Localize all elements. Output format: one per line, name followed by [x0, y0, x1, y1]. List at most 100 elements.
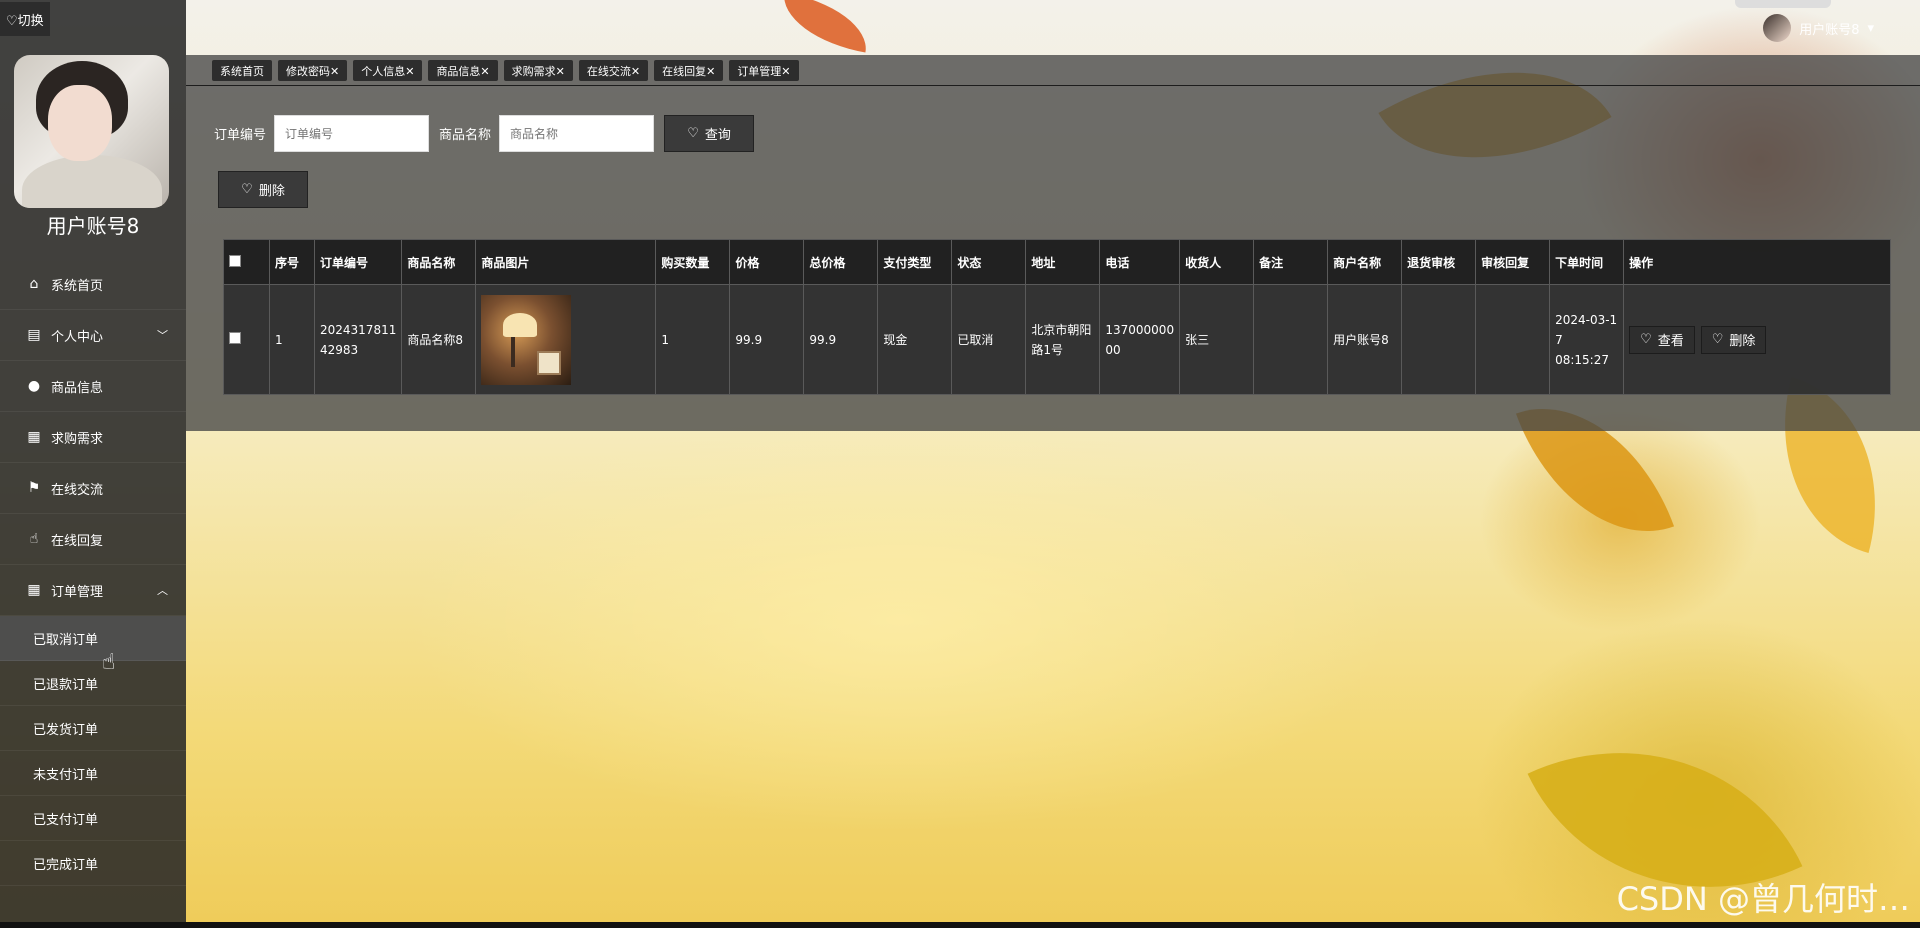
row-delete-button-label: 删除	[1729, 334, 1756, 349]
column-header: 价格	[729, 239, 805, 285]
sidebar-item-home[interactable]: ⌂ 系统首页	[0, 259, 186, 310]
row-delete-button[interactable]: ♡ 删除	[1700, 325, 1767, 354]
tab-goods-info[interactable]: 商品信息✕	[428, 60, 498, 81]
cell-goods-name: 商品名称8	[401, 284, 477, 395]
column-header: 订单编号	[313, 239, 403, 285]
tab-change-password[interactable]: 修改密码✕	[278, 60, 348, 81]
thumb-icon: ☝	[29, 531, 39, 547]
screen-bottom-bar	[0, 922, 1920, 928]
leaf-decoration	[776, 0, 874, 53]
cell-order-time: 2024-03-1 7 08:15:27	[1549, 284, 1625, 395]
sidebar-item-label: 系统首页	[51, 278, 104, 294]
sidebar-item-personal-center[interactable]: ▤ 个人中心 ﹀	[0, 310, 186, 361]
cell-address: 北京市朝阳路1号	[1025, 284, 1101, 395]
submenu-item-completed-orders[interactable]: 已完成订单	[0, 841, 186, 886]
heart-icon: ♡	[687, 126, 699, 141]
heart-icon: ♡	[1711, 332, 1724, 347]
goods-image	[481, 294, 572, 385]
column-header: 总价格	[803, 239, 879, 285]
tab-online-chat[interactable]: 在线交流✕	[578, 60, 649, 81]
mouse-cursor-icon: ☝	[102, 650, 116, 675]
cell-status: 已取消	[951, 284, 1027, 395]
switch-button[interactable]: ♡切换	[0, 2, 50, 36]
submenu-item-shipped-orders[interactable]: 已发货订单	[0, 706, 186, 751]
order-no-input[interactable]	[274, 115, 430, 152]
cell-total: 99.9	[803, 284, 879, 395]
grid-icon: ▦	[27, 582, 41, 598]
sidebar-item-label: 商品信息	[51, 380, 104, 396]
submenu-item-paid-orders[interactable]: 已支付订单	[0, 796, 186, 841]
cell-actions: ♡ 查看 ♡ 删除	[1623, 284, 1891, 395]
column-header: 收货人	[1179, 239, 1255, 285]
cell-price: 99.9	[729, 284, 805, 395]
select-all-cell	[223, 239, 270, 285]
chevron-up-icon: ︿	[157, 584, 168, 597]
submenu-item-refunded-orders[interactable]: 已退款订单	[0, 661, 186, 706]
avatar	[14, 55, 169, 208]
tab-online-reply[interactable]: 在线回复✕	[654, 60, 724, 81]
divider	[186, 85, 1920, 86]
submenu-item-cancelled-orders[interactable]: 已取消订单	[0, 616, 186, 661]
cell-review-reply	[1475, 284, 1551, 395]
column-header: 电话	[1099, 239, 1181, 285]
table-row: 1 2024317811 42983 商品名称8 1 99.9 99.9 现金 …	[223, 284, 1891, 395]
view-button-label: 查看	[1657, 334, 1684, 349]
query-button[interactable]: ♡ 查询	[664, 115, 755, 152]
cell-remark	[1253, 284, 1329, 395]
cell-phone: 137000000 00	[1099, 284, 1181, 395]
cell-goods-image	[475, 284, 657, 395]
row-checkbox[interactable]	[229, 331, 241, 344]
cell-pay-type: 现金	[877, 284, 953, 395]
caret-down-icon: ▾	[1867, 20, 1874, 36]
top-indicator	[1735, 0, 1831, 8]
sidebar-item-order-management[interactable]: ▦ 订单管理 ︿	[0, 565, 186, 616]
order-no-label: 订单编号	[214, 128, 267, 143]
sidebar-item-online-reply[interactable]: ☝ 在线回复	[0, 514, 186, 565]
table-header-row: 序号 订单编号 商品名称 商品图片 购买数量 价格 总价格 支付类型 状态 地址…	[223, 239, 1891, 285]
view-button[interactable]: ♡ 查看	[1629, 325, 1695, 354]
grid-icon: ▦	[27, 429, 41, 445]
sidebar-item-goods-info[interactable]: ● 商品信息	[0, 361, 186, 412]
column-header: 审核回复	[1475, 239, 1551, 285]
main-panel: 系统首页 修改密码✕ 个人信息✕ 商品信息✕ 求购需求✕ 在线交流✕ 在线回复✕…	[186, 55, 1920, 431]
flag-icon: ⚑	[27, 480, 41, 496]
cell-merchant: 用户账号8	[1327, 284, 1403, 395]
sidebar: ♡切换 用户账号8 ⌂ 系统首页 ▤ 个人中心 ﹀ ● 商品信息 ▦ 求购需求 …	[0, 0, 186, 922]
sidebar-item-label: 个人中心	[51, 329, 104, 345]
column-header: 商户名称	[1327, 239, 1403, 285]
user-icon: ●	[27, 378, 41, 394]
select-all-checkbox[interactable]	[229, 254, 241, 267]
tab-order-management[interactable]: 订单管理✕	[729, 60, 799, 81]
sidebar-item-label: 在线回复	[51, 533, 104, 549]
cell-return-review	[1401, 284, 1477, 395]
chevron-down-icon: ﹀	[157, 329, 168, 342]
goods-name-input[interactable]	[499, 115, 655, 152]
heart-icon: ♡	[1640, 332, 1652, 347]
sidebar-item-purchase-demand[interactable]: ▦ 求购需求	[0, 412, 186, 463]
sidebar-item-label: 订单管理	[51, 584, 104, 600]
user-dropdown[interactable]: 用户账号8 ▾	[1763, 14, 1874, 42]
delete-button-label: 删除	[258, 184, 285, 199]
column-header: 支付类型	[877, 239, 953, 285]
column-header: 商品名称	[401, 239, 477, 285]
home-icon: ⌂	[29, 276, 39, 292]
sidebar-username: 用户账号8	[46, 214, 140, 238]
goods-name-label: 商品名称	[439, 128, 492, 143]
heart-icon: ♡	[241, 182, 253, 197]
submenu-item-unpaid-orders[interactable]: 未支付订单	[0, 751, 186, 796]
select-cell	[223, 284, 270, 395]
column-header: 商品图片	[475, 239, 657, 285]
card-icon: ▤	[27, 327, 41, 343]
orders-table: 序号 订单编号 商品名称 商品图片 购买数量 价格 总价格 支付类型 状态 地址…	[223, 239, 1891, 395]
tab-purchase-demand[interactable]: 求购需求✕	[503, 60, 573, 81]
column-header: 序号	[269, 239, 315, 285]
cell-index: 1	[269, 284, 315, 395]
batch-delete-button[interactable]: ♡ 删除	[218, 171, 308, 208]
sidebar-item-online-chat[interactable]: ⚑ 在线交流	[0, 463, 186, 514]
watermark: CSDN @曾几何时…	[1616, 880, 1910, 918]
tab-home[interactable]: 系统首页	[212, 60, 272, 81]
column-header: 备注	[1253, 239, 1329, 285]
column-header: 地址	[1025, 239, 1101, 285]
cell-receiver: 张三	[1179, 284, 1255, 395]
tab-personal-info[interactable]: 个人信息✕	[353, 60, 423, 81]
